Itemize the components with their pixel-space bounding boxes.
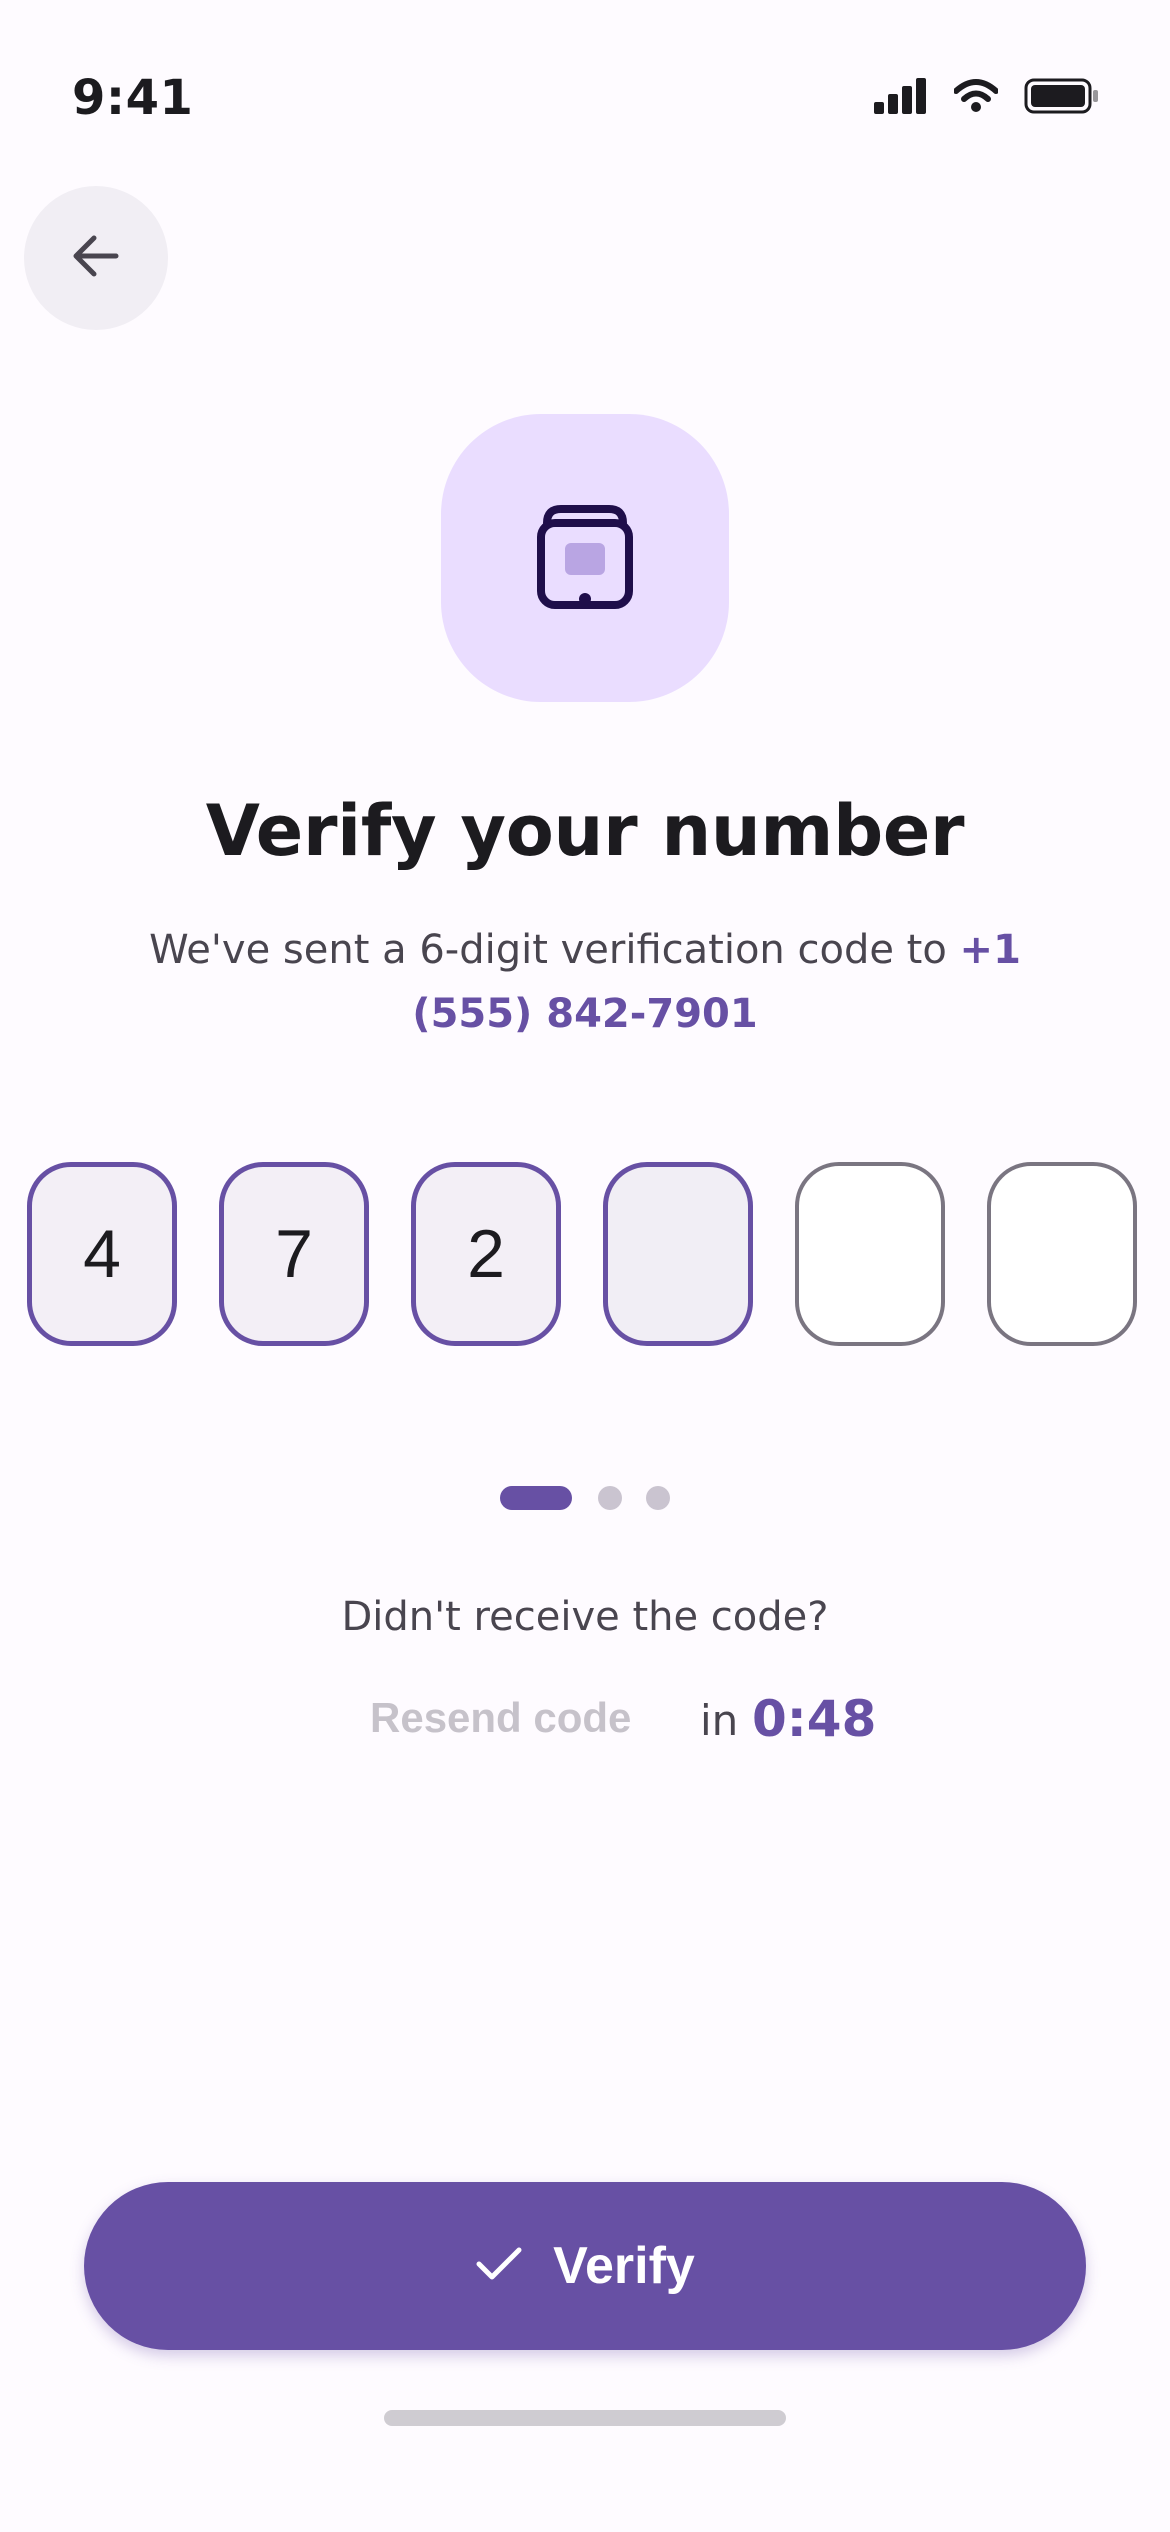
otp-digit-5[interactable] [795,1162,945,1346]
verify-button-label: Verify [553,2237,695,2295]
battery-icon [1024,78,1100,118]
step-dot [646,1486,670,1510]
verification-description: We've sent a 6-digit verification code t… [140,918,1030,1046]
resend-prompt: Didn't receive the code? [341,1594,829,1640]
step-dot-active [500,1486,572,1510]
otp-digit-1[interactable]: 4 [27,1162,177,1346]
hero-icon-container [441,414,729,702]
phone-lock-icon [535,501,635,615]
status-time: 9:41 [72,70,194,126]
otp-digit-3[interactable]: 2 [411,1162,561,1346]
otp-input-row: 4 7 2 [27,1162,1143,1352]
back-button[interactable] [24,186,168,330]
otp-digit-6[interactable] [987,1162,1137,1346]
arrow-left-icon [68,228,124,288]
resend-code-link[interactable]: Resend code [370,1694,631,1742]
signal-icon [874,78,928,118]
wifi-icon [953,79,999,117]
step-indicator [0,1484,1170,1512]
status-icons [874,78,1100,118]
description-text: We've sent a 6-digit verification code t… [149,927,960,973]
page-title: Verify your number [205,790,965,872]
otp-digit-4[interactable] [603,1162,753,1346]
verify-button[interactable]: Verify [84,2182,1086,2350]
resend-countdown: 0:48 [752,1690,877,1748]
check-icon [475,2244,523,2288]
step-dot [598,1486,622,1510]
resend-in-label: in [700,1696,739,1745]
home-indicator[interactable] [384,2410,786,2426]
status-bar: 9:41 [0,0,1170,200]
otp-digit-2[interactable]: 7 [219,1162,369,1346]
resend-row: Resend code in 0:48 [0,1690,1170,1750]
